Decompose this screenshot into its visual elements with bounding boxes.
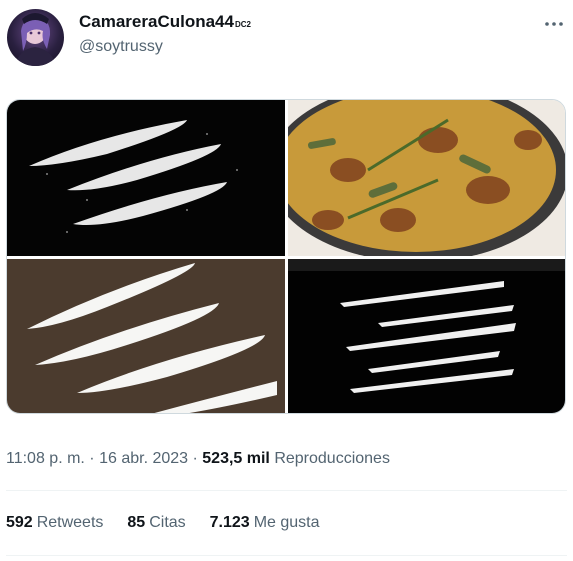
likes-stat[interactable]: 7.123 Me gusta — [210, 514, 320, 532]
media-image-3[interactable] — [7, 259, 285, 413]
media-image-2[interactable] — [288, 100, 565, 256]
retweets-count: 592 — [6, 514, 33, 531]
separator: · — [84, 450, 100, 467]
tweet-stats: 592 Retweets 85 Citas 7.123 Me gusta — [6, 514, 320, 532]
more-horizontal-icon — [545, 13, 563, 31]
media-image-4[interactable] — [288, 259, 565, 413]
tweet-time[interactable]: 11:08 p. m. — [6, 450, 85, 467]
quotes-count: 85 — [127, 514, 146, 531]
author-handle[interactable]: @soytrussy — [79, 38, 163, 56]
media-grid — [6, 99, 566, 414]
display-name[interactable]: CamareraCulona44 — [79, 12, 234, 32]
author-name-row[interactable]: CamareraCulona44 DC2 — [79, 12, 251, 32]
likes-label: Me gusta — [253, 514, 320, 531]
avatar[interactable] — [7, 9, 64, 66]
more-options-button[interactable] — [543, 12, 565, 32]
views-label: Reproducciones — [274, 450, 390, 467]
likes-count: 7.123 — [209, 514, 250, 531]
retweets-stat[interactable]: 592 Retweets — [6, 514, 103, 532]
tweet-date[interactable]: 16 abr. 2023 — [99, 450, 188, 467]
separator: · — [188, 450, 203, 467]
divider — [6, 555, 567, 556]
author-badge: DC2 — [234, 20, 251, 29]
quotes-stat[interactable]: 85 Citas — [127, 514, 185, 532]
views-count: 523,5 mil — [202, 450, 270, 467]
quotes-label: Citas — [149, 514, 186, 531]
media-image-1[interactable] — [7, 100, 285, 256]
tweet-meta: 11:08 p. m. · 16 abr. 2023 · 523,5 mil R… — [6, 450, 390, 468]
retweets-label: Retweets — [36, 514, 104, 531]
divider — [6, 490, 567, 491]
